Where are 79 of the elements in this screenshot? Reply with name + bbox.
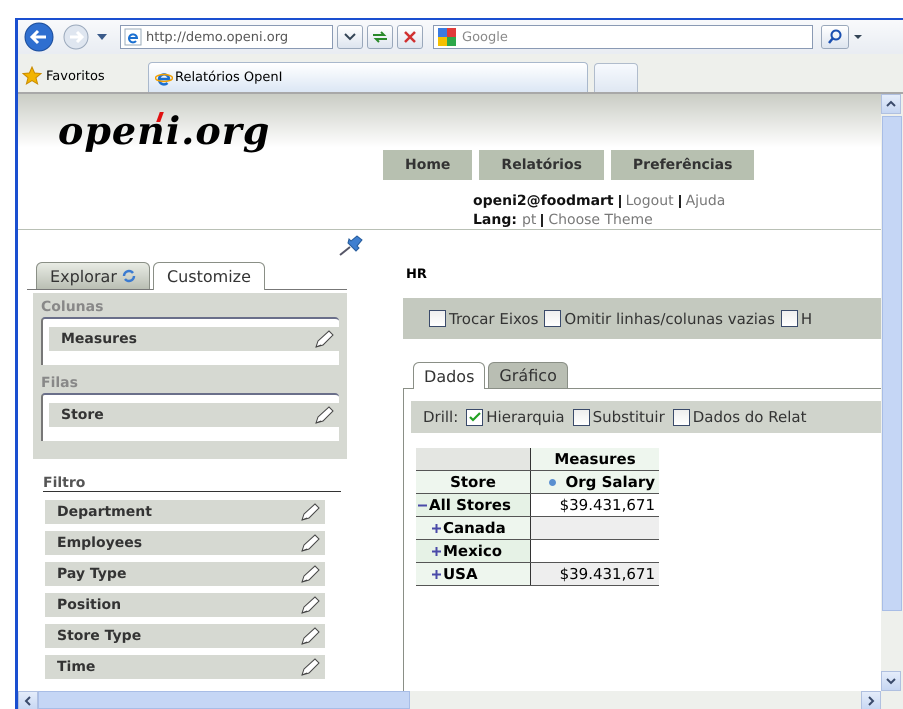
search-field[interactable]: Google [433,25,813,49]
refresh-icon [371,30,389,44]
table-cell: $39.431,671 [530,562,659,586]
plus-icon[interactable] [432,547,441,556]
row-header[interactable]: Mexico [416,540,530,562]
dimension-item[interactable]: Store Type [45,624,325,648]
drill-checkbox[interactable]: Substituir [572,408,665,426]
dimension-item[interactable]: Employees [45,531,325,555]
checkbox[interactable] [780,310,798,327]
pencil-icon[interactable] [299,595,321,615]
section-title: Colunas [41,299,104,315]
language-label: Lang: [473,211,517,230]
nav-button[interactable]: Preferências [610,150,754,180]
chevron-down-icon [344,33,356,41]
report-title: HR [406,267,428,282]
dimension-item[interactable]: Position [45,593,325,617]
checkbox[interactable] [429,310,446,327]
site-logo: openi.org [58,108,272,155]
refresh-icon [122,269,136,283]
close-icon [403,30,417,44]
address-field[interactable]: http://demo.openi.org [120,25,333,49]
pencil-icon[interactable] [313,329,335,349]
sort-icon [548,479,556,486]
page-icon [124,28,142,46]
dimension-item[interactable]: Department [45,500,325,524]
dimension-item[interactable]: Pay Type [45,562,325,586]
dimension-item[interactable]: Time [45,655,325,679]
checkbox[interactable] [466,408,484,426]
option-checkbox[interactable]: Omitir linhas/colunas vazias [544,310,775,328]
table-header: Store [416,470,530,494]
option-checkbox[interactable]: H [780,310,812,328]
plus-icon[interactable] [432,570,441,580]
pencil-icon[interactable] [299,657,321,677]
checkbox[interactable] [572,408,590,426]
table-header[interactable]: Org Salary [530,470,659,494]
dimension-item[interactable]: Store [49,403,339,427]
search-button[interactable] [821,25,849,49]
section-title: Filtro [43,475,341,492]
checkbox[interactable] [672,408,690,426]
address-dropdown-button[interactable] [337,25,363,49]
option-checkbox[interactable]: Trocar Eixos [429,310,538,328]
drill-label: Drill: [423,408,458,426]
view-tab[interactable]: Dados [413,362,486,389]
table-header: Measures [530,448,659,470]
pencil-icon[interactable] [299,564,321,584]
vertical-scrollbar[interactable] [881,94,903,691]
panel-tab[interactable]: Customize [152,262,265,290]
username: openi2@foodmart [473,192,614,211]
pencil-icon[interactable] [299,626,321,646]
view-tab[interactable]: Gráfico [488,362,568,388]
nav-button[interactable]: Relatórios [479,150,604,180]
dropdown-icon[interactable] [853,34,863,40]
pencil-icon[interactable] [313,405,335,425]
favorites-button[interactable]: Favoritos [22,60,142,92]
stop-button[interactable] [397,25,423,49]
help-link[interactable]: Ajuda [686,192,726,211]
refresh-button[interactable] [367,25,393,49]
pencil-icon[interactable] [299,502,321,522]
section-title: Filas [41,375,79,391]
plus-icon[interactable] [432,524,441,534]
nav-button[interactable]: Home [383,150,472,180]
logout-link[interactable]: Logout [626,192,674,211]
language-link[interactable]: pt [522,211,536,230]
horizontal-scrollbar[interactable] [18,691,903,709]
panel-tab[interactable]: Explorar [36,262,150,289]
drill-checkbox[interactable]: Hierarquia [466,408,565,426]
pencil-icon[interactable] [299,533,321,553]
checkbox[interactable] [544,310,562,327]
drill-checkbox[interactable]: Dados do Relat [672,408,806,426]
row-header[interactable]: All Stores [416,494,530,516]
browser-tab[interactable]: Relatórios OpenI [148,62,588,92]
theme-link[interactable]: Choose Theme [548,211,653,230]
star-icon [22,66,42,86]
dropdown-icon[interactable] [96,33,108,41]
search-icon [827,29,843,45]
row-header[interactable]: USA [416,562,530,586]
row-header[interactable]: Canada [416,516,530,540]
dimension-item[interactable]: Measures [49,327,339,351]
table-cell: $39.431,671 [530,494,659,516]
